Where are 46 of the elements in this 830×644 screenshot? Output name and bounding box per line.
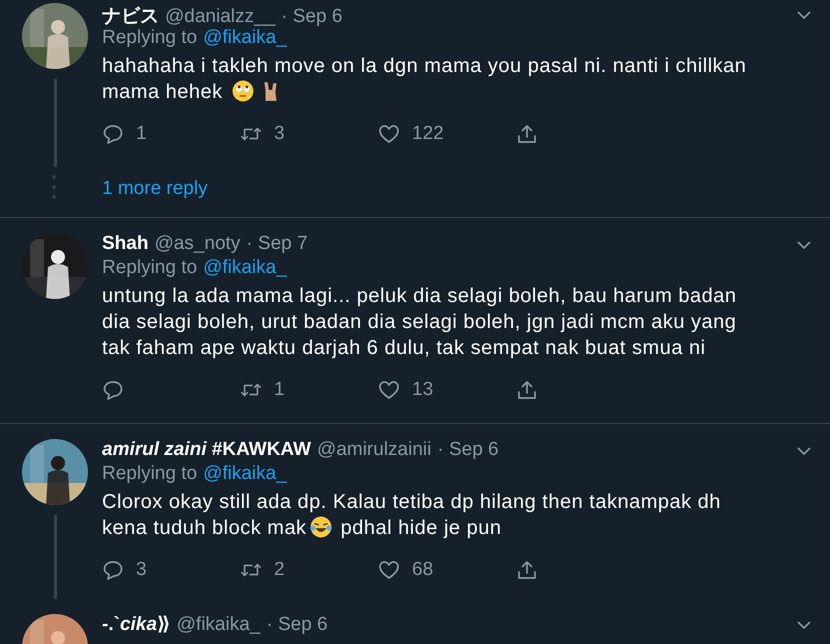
user-name[interactable]: Shah	[102, 233, 148, 255]
tweet-date[interactable]: · Sep 6	[437, 439, 499, 461]
share-icon[interactable]	[516, 379, 538, 401]
share-icon[interactable]	[516, 559, 538, 581]
retweet-count: 2	[274, 559, 285, 581]
tweet-text: hahahaha i takleh move on la dgn mama you pasal ni. nanti i chillkan mama hehek	[102, 54, 748, 105]
heart-icon[interactable]	[378, 379, 400, 401]
reply-count: 3	[136, 559, 147, 581]
reply-icon[interactable]	[102, 559, 124, 581]
reply-count: 1	[136, 123, 147, 145]
mention-link[interactable]: @fikaika_	[203, 27, 287, 49]
caret-icon[interactable]	[796, 446, 812, 456]
tweet-text: untung la ada mama lagi... peluk dia selagi boleh, bau harum badan dia selagi boleh, urut badan dia selagi boleh, jgn jadi mcm aku yang tak faham ape waktu darjah 6 dulu, tak sempat nak buat smua ni	[102, 284, 738, 361]
user-handle[interactable]: @fikaika_	[176, 614, 260, 636]
thread-dots-icon	[52, 175, 56, 199]
heart-icon[interactable]	[378, 559, 400, 581]
laughing-face-icon	[310, 516, 332, 538]
user-name[interactable]: amirul zaini #KAWKAW	[102, 439, 312, 461]
user-name[interactable]: ナビス	[102, 3, 159, 29]
mention-link[interactable]: @fikaika_	[203, 463, 287, 485]
tweet-text: Clorox okay still ada dp. Kalau tetiba dp hilang then taknampak dh kena tuduh block mak pdhal hide je pun	[102, 490, 722, 541]
retweet-count: 1	[274, 379, 285, 401]
like-count: 13	[412, 379, 434, 401]
user-handle[interactable]: @as_noty	[154, 233, 240, 255]
user-handle[interactable]: @danialzz__	[165, 6, 276, 28]
retweet-count: 3	[274, 123, 285, 145]
face-emoji-icon	[232, 80, 254, 102]
like-count: 122	[412, 123, 444, 145]
replying-label: Replying to	[102, 27, 198, 49]
mention-link[interactable]: @fikaika_	[203, 257, 287, 279]
more-replies-link[interactable]: 1 more reply	[102, 178, 208, 200]
caret-icon[interactable]	[796, 10, 812, 20]
tweet-date[interactable]: · Sep 6	[266, 614, 328, 636]
tweet-date[interactable]: · Sep 7	[246, 233, 308, 255]
reply-icon[interactable]	[102, 379, 124, 401]
reply-icon[interactable]	[102, 123, 124, 145]
caret-icon[interactable]	[796, 620, 812, 630]
replying-label: Replying to	[102, 463, 198, 485]
like-count: 68	[412, 559, 434, 581]
caret-icon[interactable]	[796, 240, 812, 250]
replying-label: Replying to	[102, 257, 198, 279]
heart-icon[interactable]	[378, 123, 400, 145]
tweet-date[interactable]: · Sep 6	[281, 6, 342, 28]
user-handle[interactable]: @amirulzainii	[317, 439, 432, 461]
share-icon[interactable]	[516, 123, 538, 145]
user-name[interactable]: -.`cika⟫	[102, 614, 171, 636]
